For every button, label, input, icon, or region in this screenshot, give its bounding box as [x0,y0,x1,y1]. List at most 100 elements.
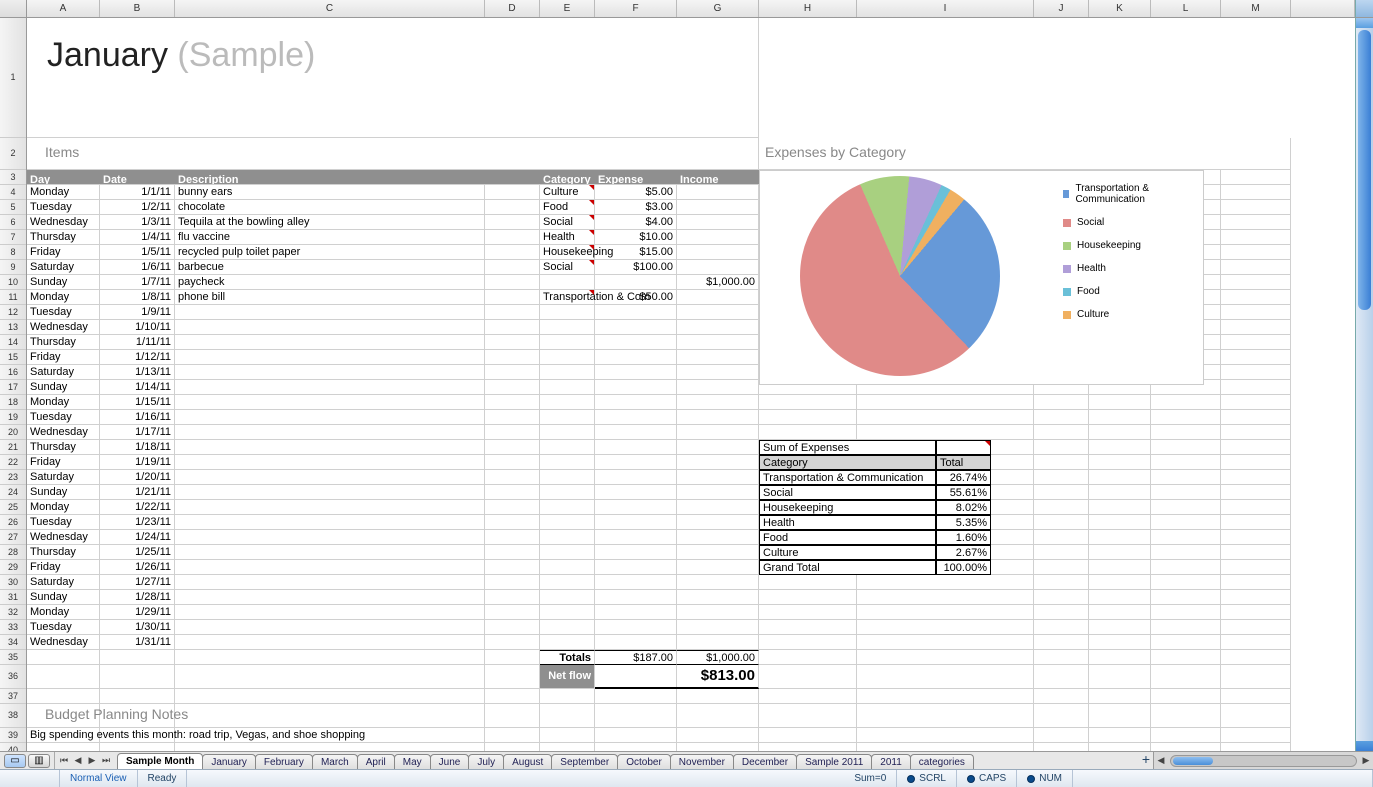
cell[interactable] [540,743,595,751]
data-cell[interactable]: phone bill [175,290,540,305]
cell[interactable] [1089,530,1151,545]
row-header-11[interactable]: 11 [0,290,26,305]
cell[interactable] [857,425,1034,440]
col-header-B[interactable]: B [100,0,175,17]
data-cell[interactable] [175,365,540,380]
cell[interactable] [1151,743,1221,751]
cell[interactable] [1151,440,1221,455]
cell[interactable] [1221,440,1291,455]
data-cell[interactable] [175,470,540,485]
data-cell[interactable]: Tuesday [27,515,100,530]
row-header-39[interactable]: 39 [0,728,26,743]
cell[interactable] [857,635,1034,650]
data-cell[interactable] [595,515,677,530]
cell[interactable] [1151,530,1221,545]
sheet-tab-may[interactable]: May [394,754,431,769]
page-layout-button[interactable]: ▥ [28,754,50,768]
cell[interactable] [1151,545,1221,560]
sheet-tab-february[interactable]: February [255,754,313,769]
hscroll-left-icon[interactable]: ◀ [1154,755,1168,766]
data-cell[interactable]: Thursday [27,545,100,560]
cell[interactable] [1034,485,1089,500]
data-cell[interactable]: 1/21/11 [100,485,175,500]
normal-view-button[interactable]: ▭ [4,754,26,768]
tab-last-icon[interactable]: ⏭ [99,755,113,766]
cell[interactable] [857,395,1034,410]
data-cell[interactable] [595,620,677,635]
data-cell[interactable]: paycheck [175,275,540,290]
sheet-tab-sample-month[interactable]: Sample Month [117,753,203,769]
col-header-L[interactable]: L [1151,0,1221,17]
cell[interactable] [1221,728,1291,743]
data-cell[interactable] [175,425,540,440]
data-cell[interactable]: Thursday [27,335,100,350]
row-header-6[interactable]: 6 [0,215,26,230]
cell[interactable] [1034,530,1089,545]
cell[interactable] [1221,365,1291,380]
data-cell[interactable]: 1/6/11 [100,260,175,275]
cell[interactable] [1151,410,1221,425]
cell[interactable] [1151,395,1221,410]
data-cell[interactable] [540,515,595,530]
data-cell[interactable]: 1/25/11 [100,545,175,560]
row-header-3[interactable]: 3 [0,170,26,185]
data-cell[interactable]: 1/20/11 [100,470,175,485]
cell[interactable] [1151,689,1221,704]
col-header-I[interactable]: I [857,0,1034,17]
cell[interactable] [1151,704,1221,728]
data-cell[interactable]: $100.00 [595,260,677,275]
cell[interactable] [1089,485,1151,500]
pivot-cell[interactable]: 55.61% [936,485,991,500]
cell[interactable] [1151,560,1221,575]
data-cell[interactable] [677,260,759,275]
row-header-14[interactable]: 14 [0,335,26,350]
sheet-tab-categories[interactable]: categories [910,754,974,769]
cell[interactable] [27,665,100,689]
cell[interactable] [1034,470,1089,485]
cell[interactable] [100,689,175,704]
cell[interactable] [1221,305,1291,320]
data-cell[interactable] [595,440,677,455]
row-header-1[interactable]: 1 [0,18,26,138]
cell[interactable] [1151,590,1221,605]
data-cell[interactable] [540,455,595,470]
cell[interactable] [759,728,857,743]
cell[interactable] [1089,620,1151,635]
data-cell[interactable]: Friday [27,560,100,575]
cell[interactable] [175,743,485,751]
cell[interactable] [1034,440,1089,455]
data-cell[interactable]: Tuesday [27,620,100,635]
data-cell[interactable]: 1/24/11 [100,530,175,545]
data-cell[interactable]: Thursday [27,440,100,455]
grid-area[interactable]: January (Sample)ItemsExpenses by Categor… [27,18,1355,751]
data-cell[interactable]: Sunday [27,275,100,290]
data-cell[interactable] [175,380,540,395]
data-cell[interactable] [595,395,677,410]
data-cell[interactable] [540,365,595,380]
data-cell[interactable] [175,605,540,620]
data-cell[interactable] [677,380,759,395]
pivot-cell[interactable]: 5.35% [936,515,991,530]
data-cell[interactable]: 1/13/11 [100,365,175,380]
data-cell[interactable]: Friday [27,350,100,365]
data-cell[interactable]: Monday [27,185,100,200]
data-cell[interactable] [677,620,759,635]
cell[interactable] [485,665,540,689]
cell[interactable] [857,410,1034,425]
data-cell[interactable]: Housekeeping [540,245,595,260]
cell[interactable] [1034,704,1089,728]
row-header-12[interactable]: 12 [0,305,26,320]
col-header-M[interactable]: M [1221,0,1291,17]
data-cell[interactable] [677,350,759,365]
cell[interactable] [1089,665,1151,689]
cell[interactable] [1221,530,1291,545]
data-cell[interactable] [540,635,595,650]
data-cell[interactable]: bunny ears [175,185,540,200]
cell[interactable] [1089,689,1151,704]
hscroll-thumb[interactable] [1173,757,1213,765]
cell[interactable] [759,575,857,590]
cell[interactable] [1221,545,1291,560]
data-cell[interactable]: 1/7/11 [100,275,175,290]
data-cell[interactable]: Transportation & Com [540,290,595,305]
cell[interactable] [1221,380,1291,395]
